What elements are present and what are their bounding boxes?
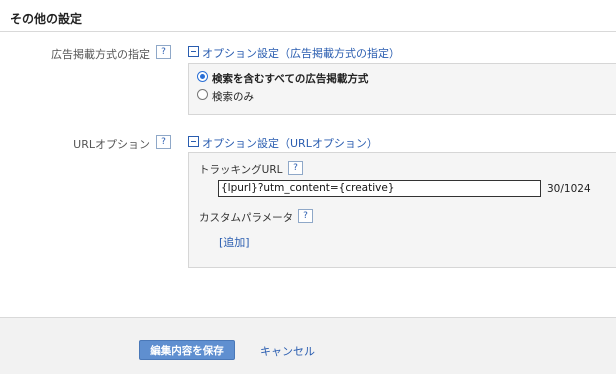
ad-placement-help-icon[interactable]: ? [156,45,171,59]
title-divider [0,31,616,32]
add-custom-param-link[interactable]: [追加] [219,234,250,250]
collapse-icon[interactable] [188,46,199,57]
save-button[interactable]: 編集内容を保存 [139,340,235,360]
collapse-icon[interactable] [188,136,199,147]
tracking-url-input[interactable]: {lpurl}?utm_content={creative} [218,180,541,197]
radio-search-only[interactable] [197,89,208,100]
url-options-label: URLオプション [73,138,150,151]
radio-all-placements[interactable] [197,71,208,82]
cancel-link[interactable]: キャンセル [260,343,315,359]
ad-placement-label: 広告掲載方式の指定 [51,48,150,61]
custom-params-help-icon[interactable]: ? [298,209,313,223]
url-options-help-icon[interactable]: ? [156,135,171,149]
tracking-url-label: トラッキングURL [199,164,283,176]
tracking-url-help-icon[interactable]: ? [288,161,303,175]
custom-params-label: カスタムパラメータ [199,212,294,224]
radio-search-only-label[interactable]: 検索のみ [212,89,254,104]
ad-placement-section-link[interactable]: オプション設定（広告掲載方式の指定） [202,45,400,61]
url-options-section-link[interactable]: オプション設定（URLオプション） [202,135,378,151]
tracking-url-char-counter: 30/1024 [547,183,591,195]
radio-all-placements-label[interactable]: 検索を含むすべての広告掲載方式 [212,71,368,86]
section-title: その他の設定 [10,12,83,26]
